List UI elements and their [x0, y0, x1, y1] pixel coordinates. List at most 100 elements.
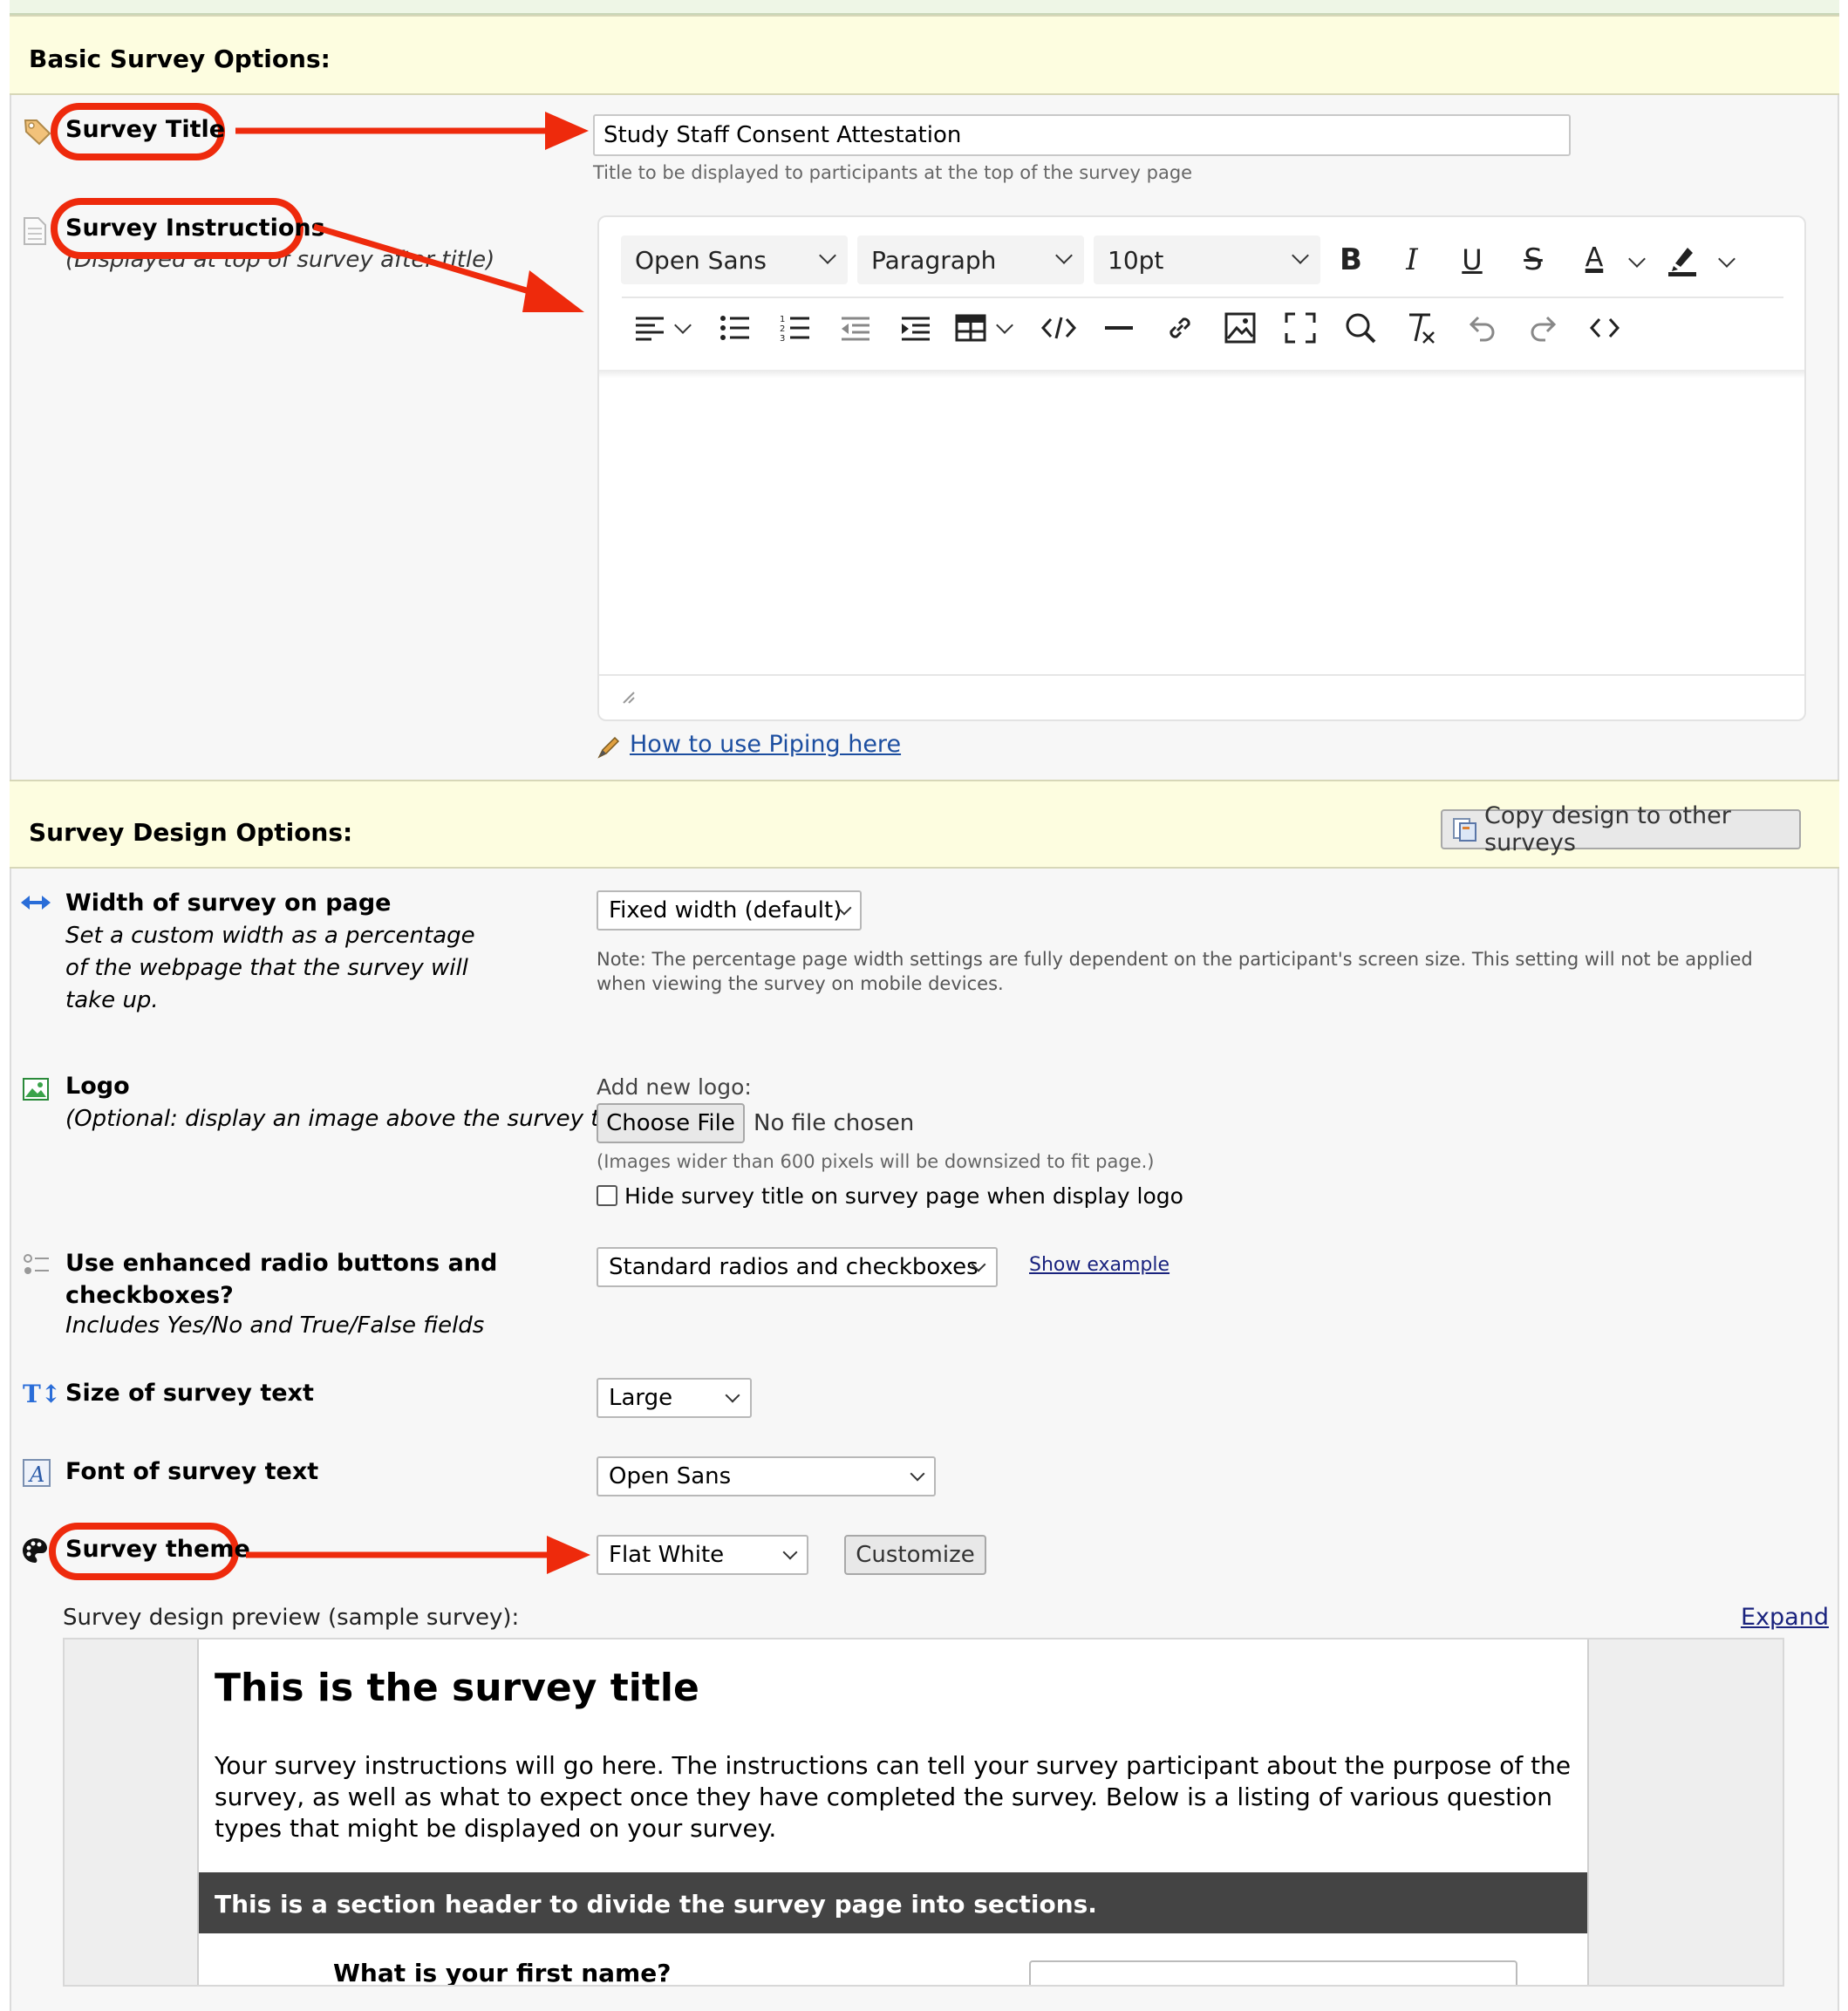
width-sublabel: Set a custom width as a percentage of th…: [65, 923, 475, 1013]
basic-options-header: Basic Survey Options:: [10, 15, 1839, 95]
resize-handle-icon[interactable]: [622, 691, 636, 708]
copy-icon: [1451, 816, 1477, 842]
arrows-horizontal-icon: [21, 893, 51, 916]
toolbar-divider: [622, 297, 1783, 298]
svg-text:2: 2: [780, 324, 785, 334]
no-file-text: No file chosen: [754, 1110, 915, 1136]
source-code-icon[interactable]: [1585, 308, 1625, 348]
width-label: Width of survey on page: [65, 890, 392, 917]
design-options-title: Survey Design Options:: [29, 818, 353, 847]
hide-title-checkbox[interactable]: [597, 1185, 617, 1206]
preview-label: Survey design preview (sample survey):: [63, 1605, 520, 1631]
fullscreen-icon[interactable]: [1280, 308, 1320, 348]
chevron-down-icon: [782, 1544, 798, 1560]
table-icon[interactable]: [951, 308, 991, 348]
customize-button[interactable]: Customize: [844, 1535, 986, 1575]
redo-icon[interactable]: [1524, 308, 1565, 348]
text-size-select-value: Large: [609, 1385, 673, 1411]
strikethrough-button[interactable]: S: [1513, 240, 1553, 280]
preview-question-label: What is your first name?: [333, 1959, 672, 1987]
expand-link[interactable]: Expand: [1741, 1604, 1829, 1631]
survey-preview-page: This is the survey title Your survey ins…: [197, 1639, 1589, 1987]
text-color-button[interactable]: A: [1574, 237, 1614, 277]
font-family-value: Open Sans: [635, 245, 767, 275]
align-left-icon[interactable]: [630, 308, 670, 348]
font-size-select[interactable]: 10pt: [1094, 235, 1320, 284]
pencil-icon: [596, 733, 624, 764]
image-icon: [23, 1078, 49, 1104]
annotation-arrow-title: [235, 112, 589, 150]
font-icon: A: [23, 1459, 51, 1490]
hide-title-label: Hide survey title on survey page when di…: [624, 1183, 1183, 1209]
horizontal-rule-icon[interactable]: [1099, 308, 1139, 348]
survey-preview-frame: This is the survey title Your survey ins…: [63, 1638, 1784, 1987]
block-format-value: Paragraph: [871, 245, 997, 275]
add-logo-label: Add new logo:: [597, 1074, 752, 1100]
chevron-down-icon: [725, 1387, 740, 1403]
survey-title-label: Survey Title: [65, 116, 226, 143]
font-label: Font of survey text: [65, 1458, 319, 1485]
enhanced-label: Use enhanced radio buttons and checkboxe…: [65, 1250, 498, 1309]
svg-text:1: 1: [780, 315, 785, 324]
toolbar-shadow: [599, 370, 1804, 378]
font-select-value: Open Sans: [609, 1463, 732, 1490]
width-select-value: Fixed width (default): [609, 897, 842, 924]
piping-help-link[interactable]: How to use Piping here: [630, 731, 901, 758]
statusbar-divider: [599, 674, 1804, 676]
bold-button[interactable]: B: [1331, 240, 1371, 280]
top-strip: [10, 0, 1839, 15]
block-format-select[interactable]: Paragraph: [857, 235, 1084, 284]
annotation-arrow-instructions: [312, 223, 584, 312]
preview-section-header-text: This is a section header to divide the s…: [215, 1890, 1097, 1919]
annotation-arrow-theme: [246, 1536, 590, 1574]
preview-survey-title: This is the survey title: [215, 1666, 699, 1710]
survey-title-input[interactable]: Study Staff Consent Attestation: [593, 114, 1571, 156]
logo-label: Logo: [65, 1073, 130, 1100]
survey-title-hint: Title to be displayed to participants at…: [593, 162, 1193, 183]
text-size-icon: T↕: [23, 1380, 62, 1408]
image-insert-icon[interactable]: [1220, 308, 1260, 348]
rich-text-editor[interactable]: [597, 215, 1806, 721]
outdent-icon[interactable]: [835, 308, 876, 348]
search-icon[interactable]: [1340, 308, 1381, 348]
undo-icon[interactable]: [1461, 308, 1501, 348]
clear-formatting-icon[interactable]: [1401, 308, 1441, 348]
theme-select[interactable]: Flat White: [597, 1535, 808, 1575]
basic-options-title: Basic Survey Options:: [29, 44, 331, 73]
preview-section-header: This is a section header to divide the s…: [199, 1872, 1587, 1933]
show-example-link[interactable]: Show example: [1029, 1254, 1169, 1276]
copy-design-button[interactable]: Copy design to other surveys: [1441, 802, 1801, 856]
enhanced-select-value: Standard radios and checkboxes: [609, 1254, 979, 1280]
preview-first-name-input[interactable]: [1029, 1960, 1517, 1985]
link-icon[interactable]: [1160, 308, 1200, 348]
numbered-list-icon[interactable]: 123: [775, 308, 815, 348]
font-size-value: 10pt: [1108, 245, 1164, 275]
palette-icon: [21, 1537, 49, 1568]
tag-icon: [23, 117, 52, 150]
enhanced-select[interactable]: Standard radios and checkboxes: [597, 1247, 998, 1287]
theme-label: Survey theme: [65, 1536, 250, 1563]
font-family-select[interactable]: Open Sans: [621, 235, 848, 284]
enhanced-sublabel: Includes Yes/No and True/False fields: [65, 1312, 485, 1339]
text-size-label: Size of survey text: [65, 1380, 314, 1407]
document-icon: [23, 216, 47, 249]
svg-text:A: A: [28, 1462, 44, 1487]
chevron-down-icon: [819, 247, 836, 264]
code-sample-icon[interactable]: [1039, 308, 1079, 348]
logo-hint: (Images wider than 600 pixels will be do…: [597, 1151, 1155, 1172]
italic-button[interactable]: I: [1392, 240, 1432, 280]
font-select[interactable]: Open Sans: [597, 1456, 936, 1496]
preview-instructions: Your survey instructions will go here. T…: [215, 1751, 1572, 1843]
survey-instructions-label: Survey Instructions: [65, 215, 325, 242]
svg-text:3: 3: [780, 334, 785, 342]
underline-button[interactable]: U: [1452, 240, 1492, 280]
width-select[interactable]: Fixed width (default): [597, 890, 862, 931]
highlight-color-icon[interactable]: [1662, 240, 1702, 280]
text-size-select[interactable]: Large: [597, 1378, 752, 1418]
logo-sublabel: (Optional: display an image above the su…: [65, 1106, 644, 1132]
theme-select-value: Flat White: [609, 1542, 725, 1568]
choose-file-button[interactable]: Choose File: [597, 1103, 745, 1143]
bullet-list-icon[interactable]: [715, 308, 755, 348]
indent-icon[interactable]: [896, 308, 936, 348]
chevron-down-icon: [1055, 247, 1073, 264]
